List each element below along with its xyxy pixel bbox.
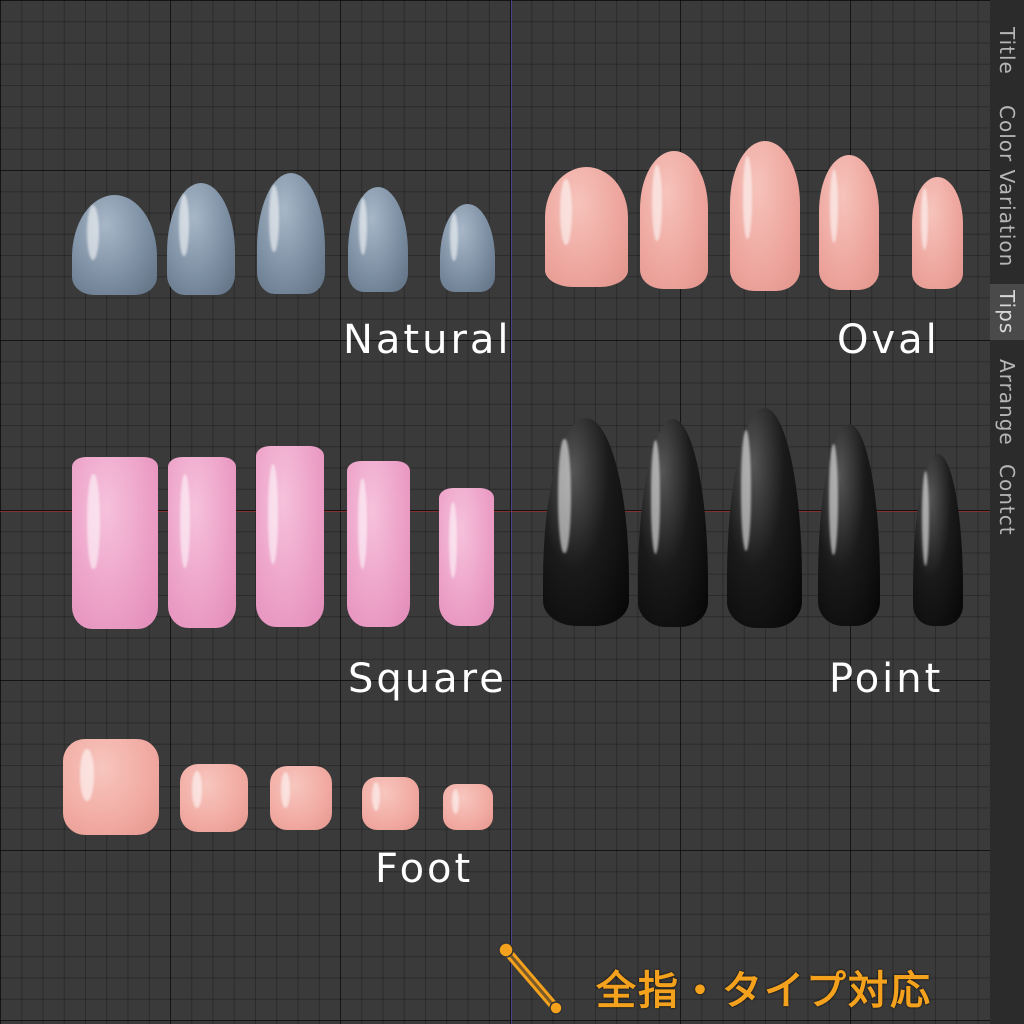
tab-contct[interactable]: Contct (990, 460, 1024, 540)
tab-contct-label: Contct (995, 464, 1019, 536)
tab-title[interactable]: Title (990, 20, 1024, 82)
nail-tip[interactable] (545, 167, 628, 287)
nail-tip[interactable] (168, 457, 236, 628)
nail-tip[interactable] (443, 784, 493, 830)
nail-tip[interactable] (348, 187, 408, 292)
nail-tip[interactable] (347, 461, 410, 627)
group-label-square: Square (348, 656, 507, 702)
group-label-natural: Natural (343, 317, 512, 363)
nail-tip[interactable] (543, 418, 629, 626)
nail-tip[interactable] (819, 155, 879, 290)
nail-tip[interactable] (72, 457, 158, 629)
nail-tip[interactable] (439, 488, 494, 626)
nail-tip[interactable] (63, 739, 159, 835)
tab-color-variation-label: Color Variation (995, 104, 1019, 268)
nail-tip[interactable] (167, 183, 235, 295)
nail-tip[interactable] (257, 173, 325, 294)
nail-tip[interactable] (440, 204, 495, 292)
nail-tip[interactable] (913, 454, 963, 626)
group-label-oval: Oval (837, 317, 940, 363)
nail-tip[interactable] (912, 177, 963, 289)
nail-tip[interactable] (362, 777, 419, 830)
nail-tip[interactable] (270, 766, 332, 830)
tab-arrange-label: Arrange (995, 358, 1019, 446)
nail-tip[interactable] (638, 419, 708, 627)
nail-tip[interactable] (256, 446, 324, 627)
nail-tip[interactable] (818, 424, 880, 626)
tab-tips[interactable]: Tips (990, 284, 1024, 340)
nail-tip[interactable] (730, 141, 800, 291)
tab-arrange[interactable]: Arrange (990, 352, 1024, 452)
group-label-point: Point (829, 656, 944, 702)
tab-color-variation[interactable]: Color Variation (990, 92, 1024, 280)
tab-tips-label: Tips (995, 289, 1019, 335)
tab-title-label: Title (995, 27, 1019, 75)
right-sidebar-nav: Title Color Variation Tips Arrange Contc… (990, 0, 1024, 1024)
nail-tip[interactable] (180, 764, 248, 832)
nail-file-icon (496, 940, 568, 1018)
nail-tip[interactable] (640, 151, 708, 289)
footer-caption: 全指・タイプ対応 (596, 968, 932, 1014)
vertical-axis-line (511, 0, 512, 1024)
group-label-foot: Foot (375, 846, 474, 892)
nail-tip[interactable] (727, 408, 802, 628)
nail-tip[interactable] (72, 195, 157, 295)
